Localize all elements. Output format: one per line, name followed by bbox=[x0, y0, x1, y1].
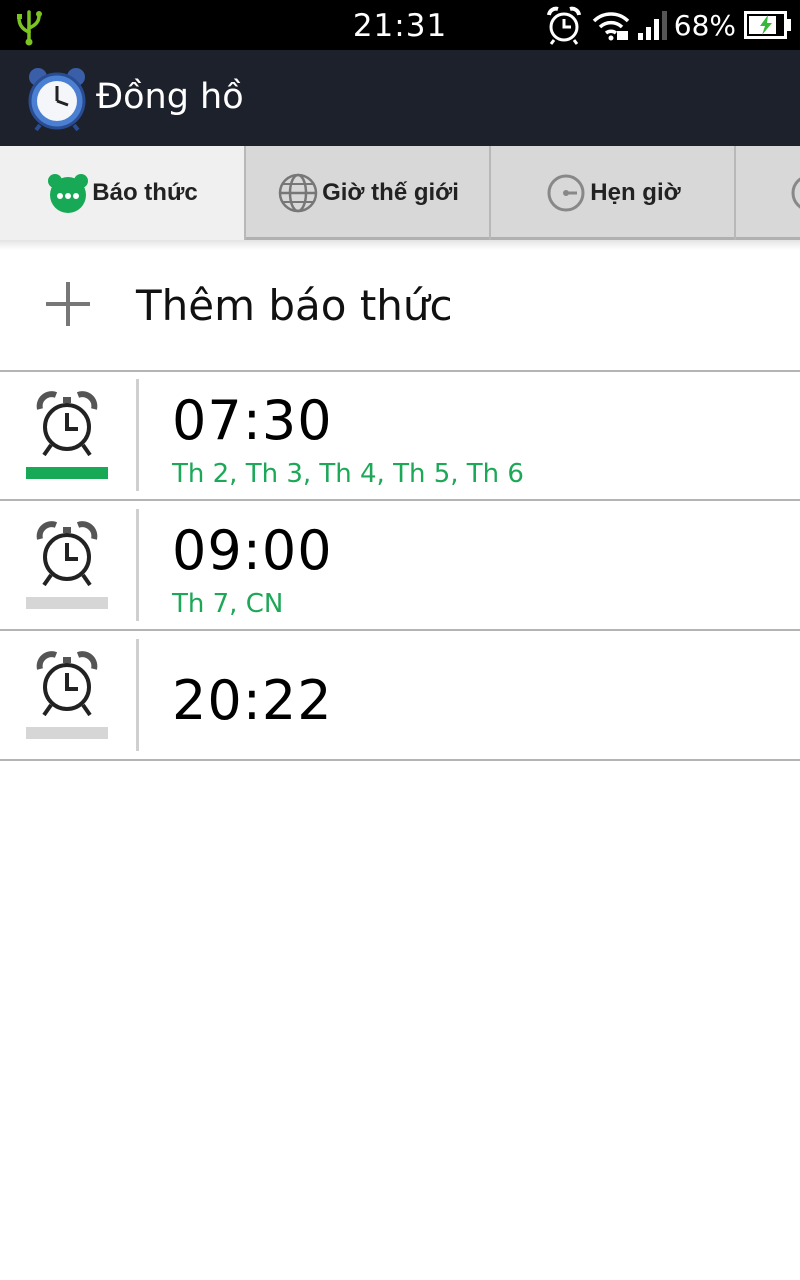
action-bar: Đồng hồ bbox=[0, 50, 800, 146]
stopwatch-icon bbox=[791, 177, 800, 209]
alarm-tab-icon bbox=[48, 174, 89, 213]
tab-bar: Báo thức Giờ thế giới Hẹn giờ bbox=[0, 146, 800, 240]
alarm-time: 07:30 bbox=[172, 389, 333, 452]
battery-charging-icon bbox=[744, 11, 791, 39]
alarm-status-icon bbox=[546, 6, 581, 45]
divider bbox=[136, 509, 139, 621]
status-bar: 21:31 68% bbox=[0, 0, 800, 50]
add-alarm-row[interactable]: Thêm báo thức bbox=[0, 250, 800, 372]
tab-alarm-label: Báo thức bbox=[92, 179, 198, 206]
tab-stopwatch[interactable] bbox=[736, 146, 800, 240]
divider bbox=[136, 639, 139, 751]
alarm-time: 20:22 bbox=[172, 669, 333, 732]
battery-percent: 68% bbox=[673, 8, 736, 42]
alarm-days: Th 2, Th 3, Th 4, Th 5, Th 6 bbox=[172, 459, 524, 489]
alarm-clock-icon[interactable] bbox=[36, 651, 98, 719]
alarm-time: 09:00 bbox=[172, 519, 333, 582]
globe-icon bbox=[278, 173, 318, 213]
tab-world-clock-label: Giờ thế giới bbox=[322, 179, 459, 206]
alarm-toggle-indicator[interactable] bbox=[26, 467, 108, 479]
timer-icon bbox=[547, 174, 585, 212]
alarm-item[interactable]: 07:30 Th 2, Th 3, Th 4, Th 5, Th 6 bbox=[0, 371, 800, 501]
signal-icon bbox=[637, 11, 667, 40]
alarm-clock-icon[interactable] bbox=[36, 391, 98, 459]
alarm-toggle-indicator[interactable] bbox=[26, 727, 108, 739]
tab-alarm[interactable]: Báo thức bbox=[0, 146, 246, 240]
app-title: Đồng hồ bbox=[96, 77, 244, 117]
add-alarm-label: Thêm báo thức bbox=[136, 281, 453, 330]
divider bbox=[136, 379, 139, 491]
tab-timer[interactable]: Hẹn giờ bbox=[491, 146, 736, 240]
alarm-clock-icon[interactable] bbox=[36, 521, 98, 589]
plus-icon bbox=[46, 282, 90, 326]
alarm-item[interactable]: 20:22 bbox=[0, 631, 800, 761]
alarm-clock-app-icon bbox=[28, 68, 86, 131]
alarm-toggle-indicator[interactable] bbox=[26, 597, 108, 609]
wifi-icon bbox=[592, 12, 630, 41]
alarm-item[interactable]: 09:00 Th 7, CN bbox=[0, 501, 800, 631]
tab-timer-label: Hẹn giờ bbox=[590, 179, 681, 206]
tabs-shadow bbox=[0, 240, 800, 250]
tab-world-clock[interactable]: Giờ thế giới bbox=[246, 146, 491, 240]
alarm-days: Th 7, CN bbox=[172, 589, 284, 619]
